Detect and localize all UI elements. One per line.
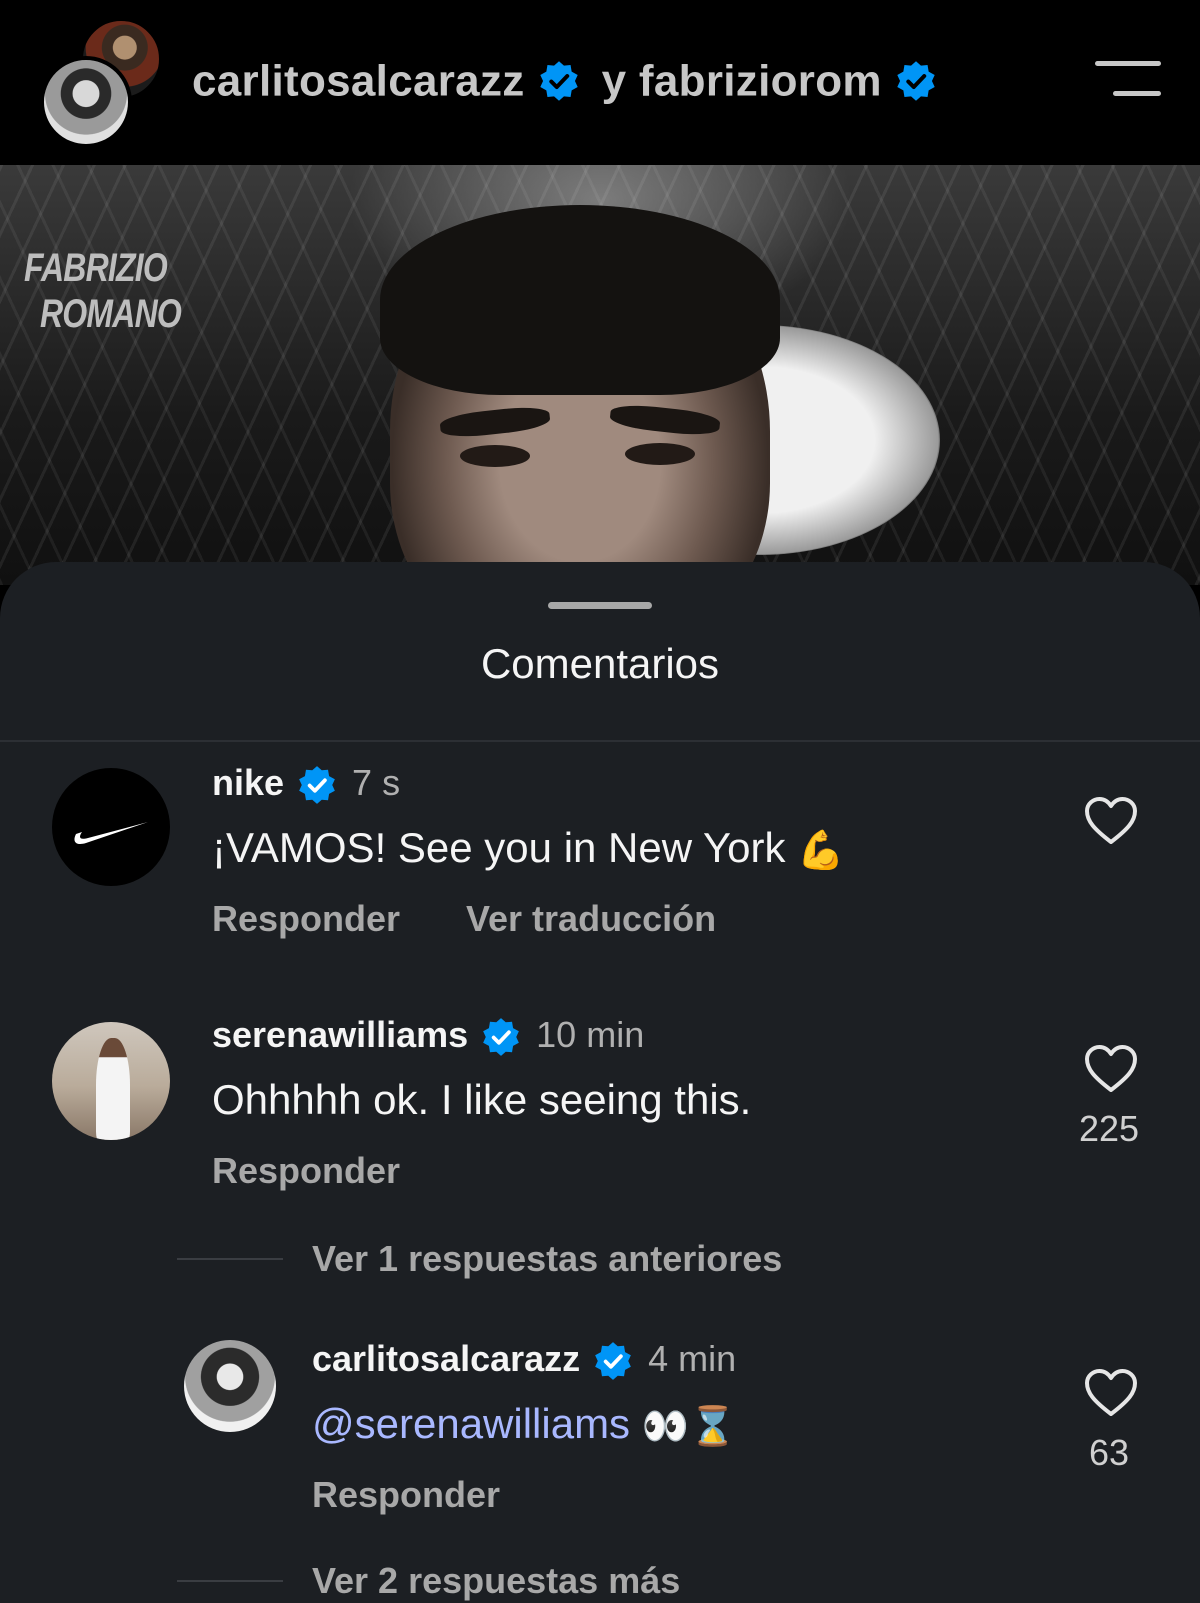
translate-button[interactable]: Ver traducción <box>466 898 716 940</box>
verified-badge-icon <box>540 61 578 102</box>
reply-username[interactable]: carlitosalcarazz 4 min <box>312 1338 736 1382</box>
header-title: carlitosalcarazz y fabriziorom <box>192 54 938 106</box>
sheet-title: Comentarios <box>480 640 720 687</box>
reply-button[interactable]: Responder <box>312 1474 500 1516</box>
reply-username-text[interactable]: carlitosalcarazz <box>312 1338 580 1379</box>
like-heart-icon[interactable] <box>1084 1044 1138 1094</box>
header-user1[interactable]: carlitosalcarazz <box>192 56 525 105</box>
serenawilliams-avatar[interactable] <box>52 1022 170 1140</box>
comment-time: 7 s <box>352 762 401 803</box>
reply-button[interactable]: Responder <box>212 898 400 940</box>
sheet-divider <box>0 740 1200 742</box>
sheet-grabber[interactable] <box>548 602 652 609</box>
collab-avatars[interactable] <box>40 18 165 148</box>
reply-button[interactable]: Responder <box>212 1150 400 1192</box>
verified-badge-icon <box>595 1342 632 1381</box>
nike-swoosh-icon <box>74 822 148 844</box>
header-connector: y <box>601 56 627 106</box>
post-image: FABRIZIO ROMANO <box>0 165 1200 585</box>
header-user2[interactable]: fabriziorom <box>639 56 882 105</box>
verified-badge-icon <box>299 766 335 805</box>
comment-username-text[interactable]: serenawilliams <box>212 1014 468 1055</box>
nike-avatar[interactable] <box>52 768 170 886</box>
comment-username[interactable]: serenawilliams 10 min <box>212 1014 644 1058</box>
fabrizio-romano-watermark: FABRIZIO ROMANO <box>24 245 182 337</box>
comment-body: ¡VAMOS! See you in New York <box>212 824 786 871</box>
player-eye-left <box>460 445 530 467</box>
menu-icon[interactable] <box>1095 58 1161 98</box>
comment-time: 10 min <box>536 1014 645 1055</box>
comment-username-text[interactable]: nike <box>212 762 284 803</box>
comment-text: Ohhhhh ok. I like seeing this. <box>212 1076 752 1123</box>
player-eye-right <box>625 443 695 465</box>
eyes-hourglass-emoji: 👀⌛ <box>641 1405 737 1448</box>
thread-line <box>177 1258 283 1260</box>
comment-text: ¡VAMOS! See you in New York 💪 <box>212 824 844 873</box>
player-hair <box>380 205 780 395</box>
watermark-line1: FABRIZIO <box>24 246 168 290</box>
reply-time: 4 min <box>648 1338 737 1379</box>
view-more-replies-button[interactable]: Ver 2 respuestas más <box>312 1560 680 1602</box>
comments-sheet: Comentarios nike 7 s ¡VAMOS! See you in N… <box>0 562 1200 1603</box>
carlitosalcarazz-avatar[interactable] <box>184 1340 276 1432</box>
like-count: 63 <box>1088 1432 1130 1473</box>
carlitosalcarazz-avatar[interactable] <box>40 56 132 148</box>
comment-username[interactable]: nike 7 s <box>212 762 400 806</box>
like-heart-icon[interactable] <box>1084 1368 1138 1418</box>
serena-photo-figure <box>96 1038 130 1140</box>
reply-text: @serenawilliams 👀⌛ <box>312 1400 736 1449</box>
verified-badge-icon <box>897 61 936 102</box>
verified-badge-icon <box>483 1018 520 1057</box>
like-count: 225 <box>1078 1108 1140 1149</box>
post-header: carlitosalcarazz y fabriziorom <box>0 0 1200 165</box>
flexed-biceps-emoji: 💪 <box>797 829 845 872</box>
view-previous-replies-button[interactable]: Ver 1 respuestas anteriores <box>312 1238 782 1280</box>
thread-line <box>177 1580 283 1582</box>
watermark-line2: ROMANO <box>40 292 182 336</box>
like-heart-icon[interactable] <box>1084 796 1138 846</box>
mention-link[interactable]: @serenawilliams <box>312 1400 630 1447</box>
